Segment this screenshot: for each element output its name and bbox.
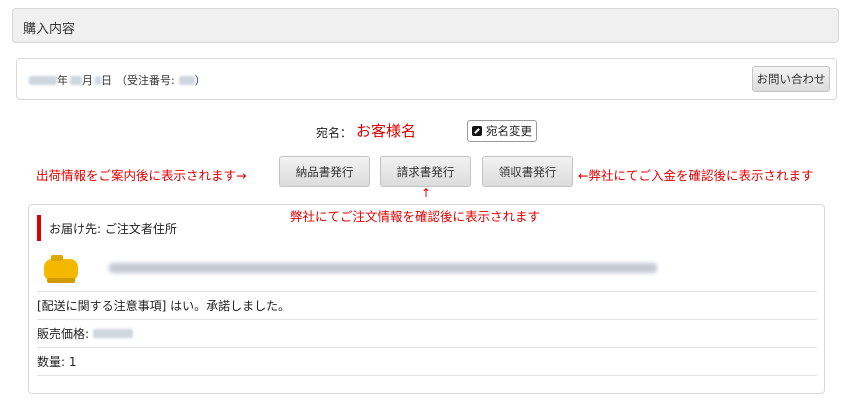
delivery-note-button[interactable]: 納品書発行: [279, 156, 370, 187]
edit-icon: [472, 126, 482, 136]
invoice-hint: 弊社にてご注文情報を確認後に表示されます: [290, 209, 541, 224]
order-date-line: 年 月 日 （受注番号: ）: [29, 72, 206, 88]
destination-heading: お届け先: ご注文者住所: [37, 215, 177, 241]
price-row: 販売価格:: [37, 319, 817, 347]
product-row: [37, 249, 817, 291]
receipt-hint: ←弊社にてご入金を確認後に表示されます: [578, 168, 814, 183]
recipient-label: 宛名：: [316, 126, 353, 140]
invoice-button[interactable]: 請求書発行: [380, 156, 471, 187]
quantity-row: 数量: 1: [37, 347, 817, 375]
quantity-label: 数量: 1: [37, 355, 77, 369]
change-recipient-button[interactable]: 宛名変更: [467, 120, 537, 142]
order-number-close: ）: [194, 74, 206, 87]
order-number-label: （受注番号:: [116, 74, 175, 87]
product-name-redacted: [109, 263, 657, 273]
change-recipient-label: 宛名変更: [486, 124, 532, 138]
inquiry-button[interactable]: お問い合わせ: [752, 66, 830, 92]
year-redacted: [29, 75, 57, 85]
day-redacted: [95, 75, 101, 85]
order-number-redacted: [178, 75, 195, 85]
recipient-name: お客様名: [356, 122, 417, 140]
price-label: 販売価格:: [37, 327, 90, 341]
delivery-notice-text: [配送に関する注意事項] はい。承諾しました。: [37, 299, 291, 313]
month-suffix: 月: [82, 74, 93, 87]
order-detail-box: お届け先: ご注文者住所 [配送に関する注意事項] はい。承諾しました。 販売価…: [28, 204, 825, 394]
delivery-notice-row: [配送に関する注意事項] はい。承諾しました。: [37, 291, 817, 319]
order-info-box: 年 月 日 （受注番号: ）: [16, 58, 837, 100]
delivery-note-hint: 出荷情報をご案内後に表示されます→: [36, 168, 247, 183]
price-redacted: [93, 329, 134, 338]
section-title: 購入内容: [23, 22, 76, 37]
yellow-tank-icon: [44, 255, 78, 283]
day-suffix: 日: [101, 74, 112, 87]
receipt-button[interactable]: 領収書発行: [482, 156, 573, 187]
detail-divider: [37, 375, 817, 403]
year-suffix: 年: [57, 74, 68, 87]
invoice-hint-arrow: ↑: [421, 186, 432, 200]
section-header: 購入内容: [12, 8, 839, 43]
month-redacted: [70, 75, 82, 85]
